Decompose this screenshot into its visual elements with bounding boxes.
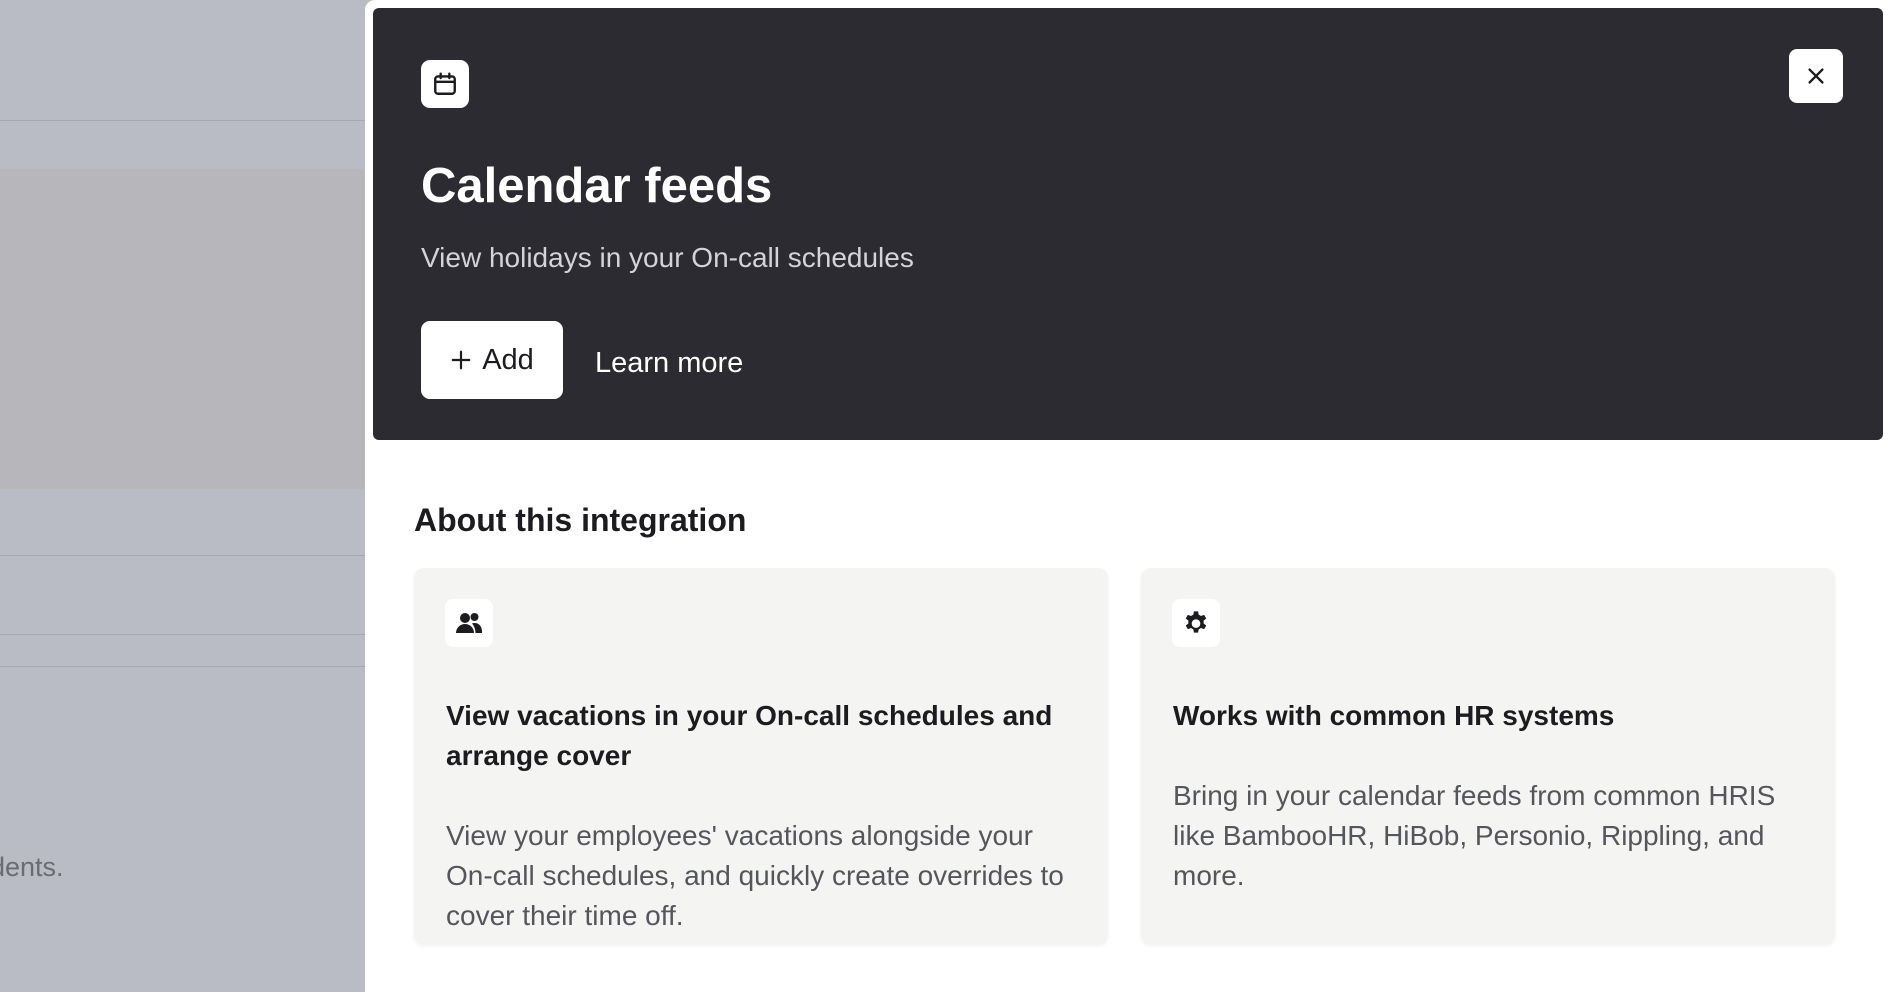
drawer-subtitle: View holidays in your On-call schedules (421, 242, 914, 273)
integration-drawer: Calendar feeds View holidays in your On-… (365, 0, 1885, 992)
close-button[interactable] (1789, 49, 1843, 103)
feature-card-title: Works with common HR systems (1173, 700, 1615, 731)
calendar-icon (421, 60, 469, 108)
divider (0, 666, 370, 667)
feature-card-title: View vacations in your On-call schedules… (446, 700, 1053, 771)
background-page-overlay: dents. (0, 0, 370, 992)
divider (0, 634, 370, 635)
learn-more-link[interactable]: Learn more (595, 347, 743, 380)
users-icon (445, 599, 493, 647)
feature-card-description: Bring in your calendar feeds from common… (1173, 780, 1776, 891)
drawer-header: Calendar feeds View holidays in your On-… (373, 8, 1883, 440)
add-button[interactable]: Add (421, 321, 563, 399)
about-section-title: About this integration (414, 502, 747, 538)
add-button-label: Add (482, 343, 534, 376)
feature-card-hr-systems: Works with common HR systems Bring in yo… (1141, 568, 1835, 944)
feature-card-description: View your employees' vacations alongside… (446, 820, 1064, 931)
close-icon (1808, 68, 1824, 84)
divider (0, 555, 370, 556)
plus-icon (451, 350, 471, 370)
background-image-placeholder (0, 169, 370, 489)
gear-icon (1172, 599, 1220, 647)
feature-card-vacations: View vacations in your On-call schedules… (414, 568, 1108, 944)
background-text: dents. (0, 852, 64, 882)
divider (0, 120, 370, 121)
drawer-title: Calendar feeds (421, 159, 773, 213)
